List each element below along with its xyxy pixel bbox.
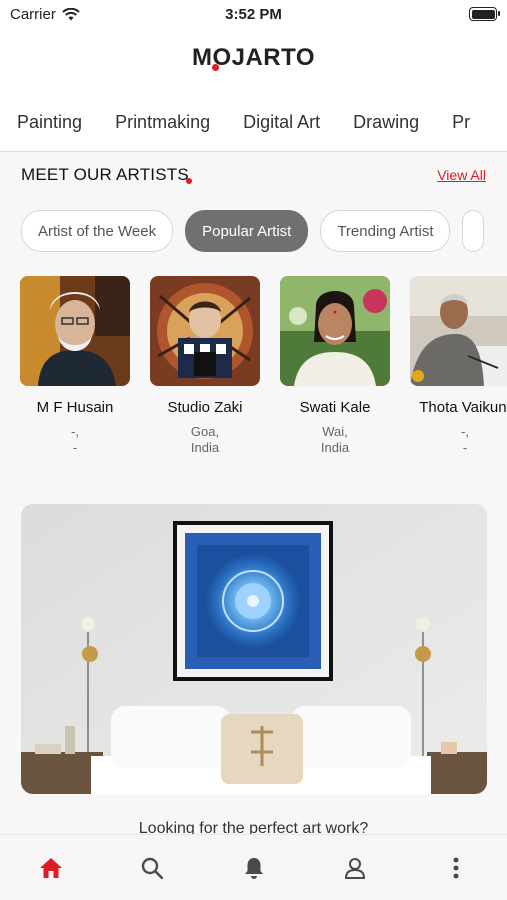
nav-notifications[interactable] [203, 835, 304, 900]
section-title: MEET OUR ARTISTS [21, 165, 189, 184]
search-icon [141, 857, 164, 879]
artist-name: Thota Vaikunt [419, 399, 507, 416]
artist-name: M F Husain [36, 399, 114, 416]
filter-more[interactable] [462, 210, 485, 252]
home-icon [39, 857, 62, 878]
artist-country: India [190, 440, 220, 455]
more-icon [453, 857, 459, 878]
nav-more[interactable] [406, 835, 507, 900]
filter-trending-artist[interactable]: Trending Artist [320, 210, 451, 252]
nav-search[interactable] [101, 835, 202, 900]
header-divider [0, 151, 507, 152]
nav-profile[interactable] [304, 835, 405, 900]
category-tabs: Painting Printmaking Digital Art Drawing… [17, 112, 470, 133]
title-dot [186, 178, 192, 184]
artist-location: Goa, India [150, 424, 260, 456]
category-tab-digital-art[interactable]: Digital Art [243, 112, 320, 133]
app-header: MOJARTO Painting Printmaking Digital Art… [0, 30, 507, 150]
nav-home[interactable] [0, 835, 101, 900]
bottom-nav [0, 834, 507, 900]
artist-name: Swati Kale [299, 399, 371, 416]
artist-card[interactable]: Swati Kale Wai, India [280, 276, 390, 456]
artist-card[interactable]: M F Husain -, - [20, 276, 130, 456]
category-tab-more[interactable]: Pr [452, 112, 470, 133]
featured-artwork-card[interactable] [21, 504, 487, 794]
status-time: 3:52 PM [225, 6, 282, 23]
category-tab-printmaking[interactable]: Printmaking [115, 112, 210, 133]
artwork-room-image [21, 504, 487, 794]
artist-city: Wai, [322, 424, 348, 439]
artist-city: Goa, [190, 424, 220, 439]
artist-card[interactable]: Studio Zaki Goa, India [150, 276, 260, 456]
bell-icon [244, 857, 263, 879]
category-tab-drawing[interactable]: Drawing [353, 112, 419, 133]
artist-filter-pills: Artist of the Week Popular Artist Trendi… [21, 210, 485, 252]
artist-country: India [320, 440, 350, 455]
artist-location: -, - [410, 424, 507, 456]
artist-carousel: M F Husain -, - Studio Zaki Goa, India S… [20, 276, 507, 456]
logo-dot [212, 64, 219, 71]
artist-country: - [462, 440, 468, 455]
artist-photo [150, 276, 260, 386]
artist-country: - [72, 440, 78, 455]
artist-photo [410, 276, 507, 386]
artist-photo [20, 276, 130, 386]
artist-photo [280, 276, 390, 386]
status-bar: Carrier 3:52 PM [0, 0, 507, 30]
view-all-link[interactable]: View All [437, 167, 486, 183]
artist-city: -, [461, 424, 469, 439]
filter-artist-of-week[interactable]: Artist of the Week [21, 210, 174, 252]
artist-name: Studio Zaki [167, 399, 243, 416]
battery-icon [469, 7, 500, 21]
profile-icon [344, 857, 365, 879]
category-tab-painting[interactable]: Painting [17, 112, 82, 133]
artist-location: -, - [20, 424, 130, 456]
artist-city: -, [71, 424, 79, 439]
artist-location: Wai, India [280, 424, 390, 456]
artist-card[interactable]: Thota Vaikunt -, - [410, 276, 507, 456]
logo: MOJARTO [191, 44, 316, 71]
filter-popular-artist[interactable]: Popular Artist [185, 210, 309, 252]
